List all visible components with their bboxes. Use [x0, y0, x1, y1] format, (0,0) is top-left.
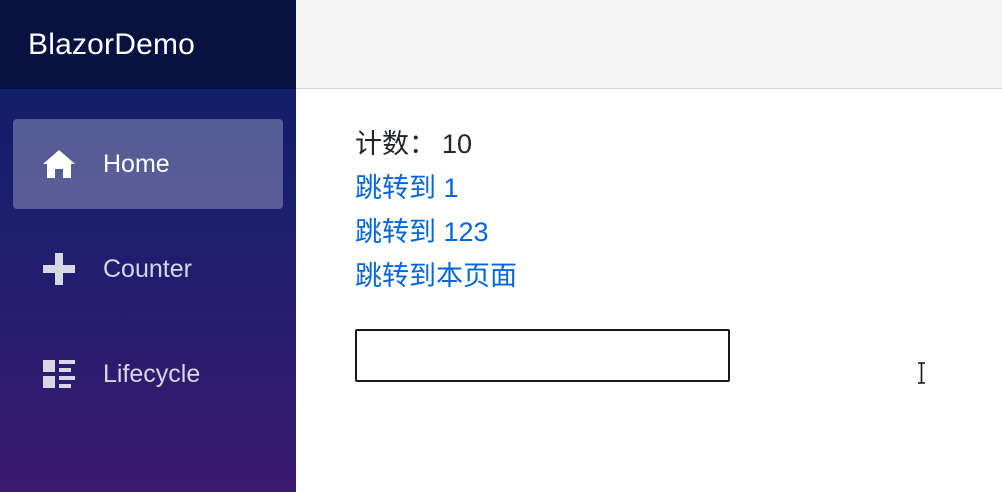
sidebar-item-label: Lifecycle [103, 359, 201, 388]
link-goto-1[interactable]: 跳转到 1 [355, 171, 459, 205]
text-input[interactable] [355, 329, 730, 382]
plus-icon [41, 251, 77, 287]
page-content: 计数： 10 跳转到 1 跳转到 123 跳转到本页面 [296, 89, 1002, 382]
link-goto-this-page[interactable]: 跳转到本页面 [355, 259, 517, 293]
sidebar-item-label: Home [103, 149, 170, 178]
brand-bar: BlazorDemo [0, 0, 296, 89]
main-area: 计数： 10 跳转到 1 跳转到 123 跳转到本页面 [296, 0, 1002, 492]
sidebar-item-label: Counter [103, 254, 192, 283]
sidebar-item-counter[interactable]: Counter [13, 224, 283, 314]
top-row [296, 0, 1002, 89]
home-icon [41, 146, 77, 182]
list-rich-icon [41, 356, 77, 392]
count-value: 10 [442, 129, 473, 159]
sidebar-nav: Home Counter Lifecycle [0, 89, 296, 419]
app-window: BlazorDemo Home Counter Lifecycle 计数： 10… [0, 0, 1002, 492]
link-goto-123[interactable]: 跳转到 123 [355, 215, 489, 249]
sidebar-item-home[interactable]: Home [13, 119, 283, 209]
sidebar: BlazorDemo Home Counter Lifecycle [0, 0, 296, 492]
count-label: 计数： [355, 129, 436, 159]
brand-link[interactable]: BlazorDemo [28, 28, 195, 62]
count-display: 计数： 10 [355, 127, 1002, 161]
text-cursor-icon [918, 362, 925, 384]
sidebar-item-lifecycle[interactable]: Lifecycle [13, 329, 283, 419]
